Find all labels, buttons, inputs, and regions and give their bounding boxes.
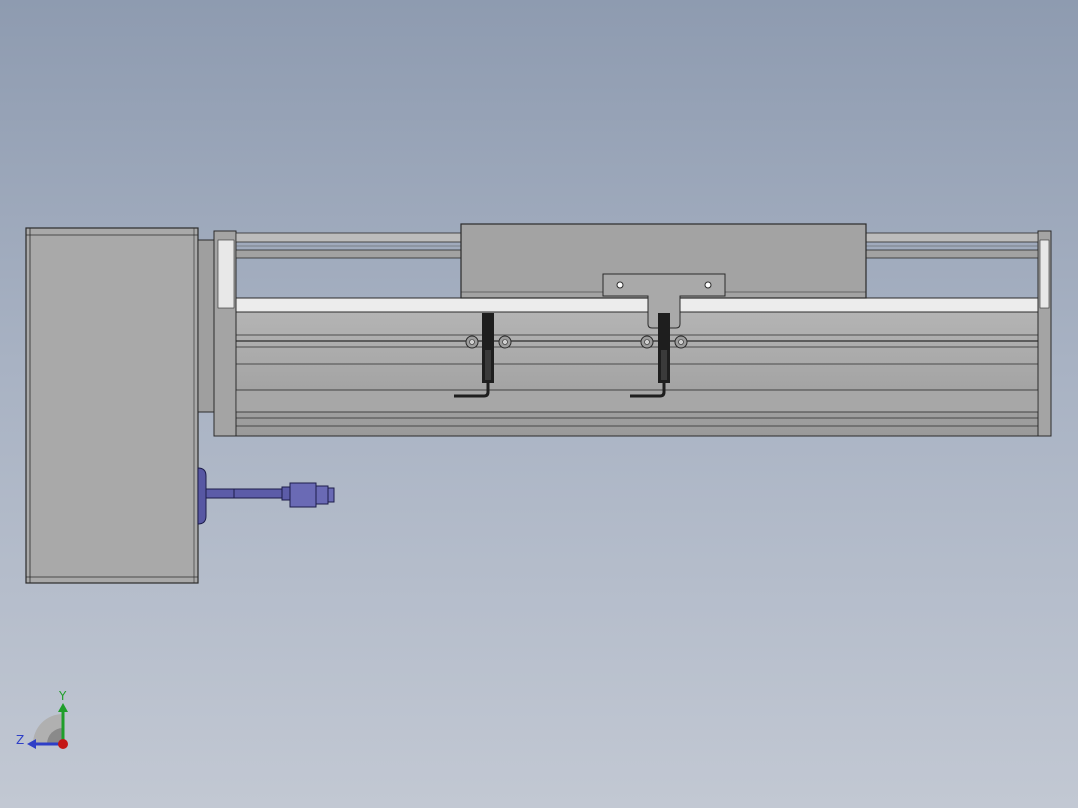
triad-y-label: Y	[58, 689, 67, 703]
motor-cable-connector[interactable]	[197, 467, 335, 525]
reference-triad: Y Z	[16, 689, 68, 749]
cad-viewport[interactable]: Y Z	[0, 0, 1078, 808]
rail-end-plate-left	[213, 230, 237, 437]
rail-body[interactable]	[235, 297, 1039, 437]
motor-coupling	[197, 239, 217, 413]
rail-end-plate-right	[1037, 230, 1052, 437]
triad-x-axis	[58, 739, 68, 749]
triad-y-arrow	[58, 703, 68, 712]
motor-housing[interactable]	[25, 227, 199, 584]
triad-z-arrow	[27, 739, 36, 749]
triad-z-label: Z	[16, 733, 24, 747]
